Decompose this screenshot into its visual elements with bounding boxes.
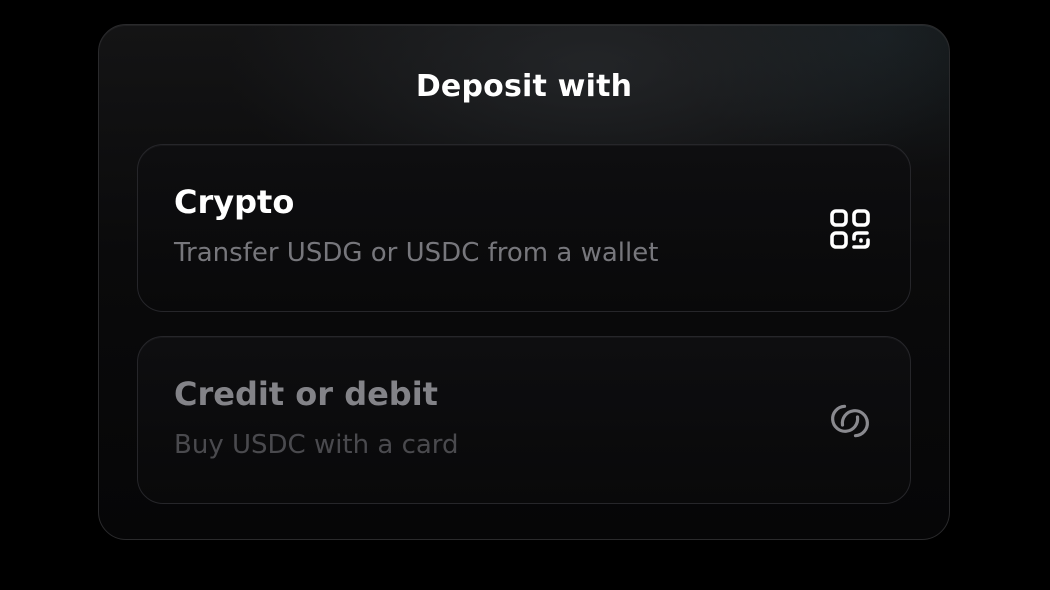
- qr-code-icon: [826, 205, 874, 253]
- dialog-title: Deposit with: [415, 69, 633, 104]
- deposit-dialog: Deposit with Crypto Transfer USDG or USD…: [98, 24, 950, 540]
- card-option-title: Credit or debit: [174, 375, 438, 413]
- crypto-option-subtitle: Transfer USDG or USDC from a wallet: [174, 238, 659, 268]
- card-deposit-option[interactable]: Credit or debit Buy USDC with a card: [137, 336, 911, 504]
- crypto-deposit-option[interactable]: Crypto Transfer USDG or USDC from a wall…: [137, 144, 911, 312]
- card-option-subtitle: Buy USDC with a card: [174, 430, 459, 460]
- card-rings-icon: [826, 397, 874, 445]
- crypto-option-title: Crypto: [174, 183, 295, 221]
